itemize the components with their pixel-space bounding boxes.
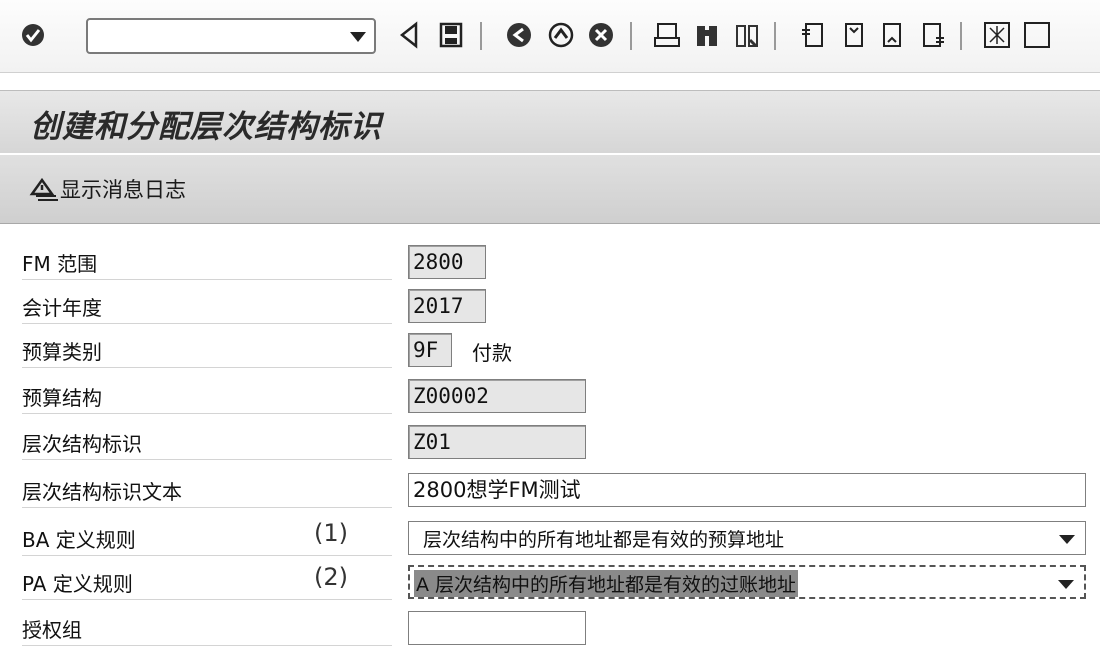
auth-group-label: 授权组: [22, 615, 392, 646]
fm-area-label: FM 范围: [22, 249, 392, 280]
command-input[interactable]: [96, 24, 340, 50]
back-icon[interactable]: [394, 18, 424, 52]
next-page-icon[interactable]: [878, 18, 908, 52]
row-ba-rule: BA 定义规则 (1) 层次结构中的所有地址都是有效的预算地址: [22, 517, 1100, 561]
budget-category-text: 付款: [472, 341, 512, 365]
row-auth-group: 授权组: [22, 607, 1100, 651]
ba-rule-annotation: (1): [314, 519, 348, 547]
show-message-log-label: 显示消息日志: [60, 178, 186, 202]
up-icon[interactable]: [546, 18, 576, 52]
first-page-icon[interactable]: [798, 18, 828, 52]
fm-area-field: 2800: [408, 245, 486, 279]
find-next-icon[interactable]: [732, 18, 762, 52]
row-pa-rule: PA 定义规则 (2) A 层次结构中的所有地址都是有效的过账地址: [22, 561, 1100, 605]
budget-category-label: 预算类别: [22, 337, 392, 368]
chevron-down-icon[interactable]: [1059, 535, 1075, 544]
hierarchy-id-field: Z01: [408, 425, 586, 459]
row-budget-structure: 预算结构 Z00002: [22, 375, 1100, 419]
page-title: 创建和分配层次结构标识: [30, 109, 382, 145]
auth-group-input[interactable]: [408, 611, 586, 645]
chevron-down-icon[interactable]: [350, 32, 366, 42]
fiscal-year-field: 2017: [408, 289, 486, 323]
save-icon[interactable]: [436, 18, 466, 52]
row-hierarchy-text: 层次结构标识文本 2800想学FM测试: [22, 469, 1100, 513]
toolbar-separator: [774, 22, 776, 50]
previous-page-icon[interactable]: [838, 18, 868, 52]
command-field[interactable]: [86, 18, 376, 54]
budget-structure-label: 预算结构: [22, 383, 392, 414]
cancel-icon[interactable]: [586, 18, 616, 52]
pa-rule-dropdown[interactable]: A 层次结构中的所有地址都是有效的过账地址: [408, 565, 1086, 599]
fiscal-year-label: 会计年度: [22, 293, 392, 324]
title-bar: 创建和分配层次结构标识: [0, 90, 1100, 153]
standard-toolbar: [0, 0, 1100, 73]
last-page-icon[interactable]: [918, 18, 948, 52]
budget-category-field: 9F: [408, 333, 452, 367]
row-fiscal-year: 会计年度 2017: [22, 285, 1100, 329]
find-icon[interactable]: [692, 18, 722, 52]
layout-icon[interactable]: [982, 18, 1012, 52]
hierarchy-id-label: 层次结构标识: [22, 429, 392, 460]
hierarchy-text-label: 层次结构标识文本: [22, 477, 392, 508]
show-message-log-button[interactable]: 显示消息日志: [28, 173, 186, 205]
row-fm-area: FM 范围 2800: [22, 241, 1100, 285]
exit-icon[interactable]: [504, 18, 534, 52]
chevron-down-icon[interactable]: [1058, 580, 1074, 589]
message-log-icon: [29, 177, 58, 201]
print-icon[interactable]: [652, 18, 682, 52]
hierarchy-form: FM 范围 2800 会计年度 2017 预算类别 9F 付款 预算结构 Z00…: [0, 235, 1100, 652]
pa-rule-annotation: (2): [314, 563, 348, 591]
toolbar-separator: [630, 22, 632, 50]
row-budget-category: 预算类别 9F 付款: [22, 329, 1100, 373]
help-icon[interactable]: [1022, 18, 1052, 52]
application-toolbar: 显示消息日志: [0, 155, 1100, 224]
budget-structure-field: Z00002: [408, 379, 586, 413]
pa-rule-value: A 层次结构中的所有地址都是有效的过账地址: [414, 570, 799, 597]
ba-rule-value: 层次结构中的所有地址都是有效的预算地址: [423, 529, 785, 551]
row-hierarchy-id: 层次结构标识 Z01: [22, 421, 1100, 465]
toolbar-separator: [960, 22, 962, 50]
ba-rule-dropdown[interactable]: 层次结构中的所有地址都是有效的预算地址: [408, 521, 1086, 555]
enter-icon[interactable]: [18, 18, 48, 52]
hierarchy-text-input[interactable]: 2800想学FM测试: [408, 473, 1086, 507]
toolbar-separator: [480, 22, 482, 50]
